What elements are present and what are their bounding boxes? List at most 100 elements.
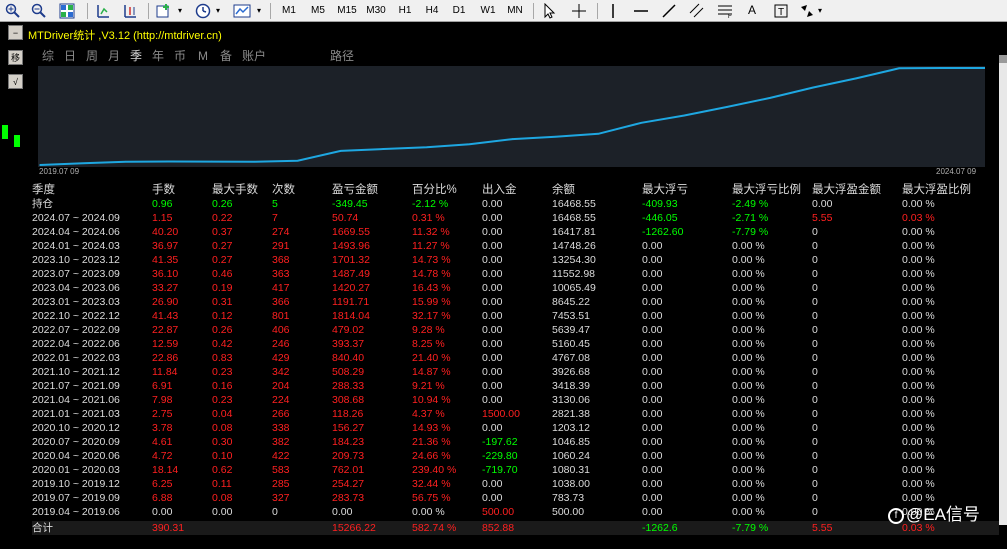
- table-row: 2019.10 ~ 2019.12 6.25 0.11 285 254.27 32.44 …: [32, 477, 999, 491]
- period-button-m5[interactable]: M5: [306, 3, 330, 19]
- cell-col-0: 2022.07 ~ 2022.09: [32, 324, 120, 336]
- cell-col-2: 0.12: [212, 310, 233, 322]
- equidistant-channel-icon[interactable]: [688, 2, 706, 19]
- cell-col-7: 500.00: [552, 506, 585, 518]
- trendline-icon[interactable]: [660, 2, 678, 19]
- crosshair-icon[interactable]: [570, 2, 588, 19]
- cell-col-8: 0.00: [642, 506, 663, 518]
- cell-col-1: 41.43: [152, 310, 179, 322]
- cell-col-3: 342: [272, 366, 290, 378]
- cell-col-4: 508.29: [332, 366, 365, 378]
- clock-icon[interactable]: [194, 2, 212, 19]
- period-button-h4[interactable]: H4: [420, 3, 444, 19]
- period-tab-9[interactable]: 账户: [242, 48, 266, 64]
- chevron-down-icon[interactable]: ▾: [214, 2, 222, 19]
- period-button-m15[interactable]: M15: [335, 3, 359, 19]
- period-button-w1[interactable]: W1: [476, 3, 500, 19]
- autoscroll-icon[interactable]: [121, 2, 139, 19]
- text-tool-icon[interactable]: A: [748, 2, 756, 19]
- period-tab-0[interactable]: 综: [42, 48, 54, 64]
- cell-col-9: 最大浮亏比例: [732, 184, 801, 196]
- cell-col-5: 4.37 %: [412, 408, 445, 420]
- zoom-in-icon[interactable]: [4, 2, 22, 19]
- tile-windows-icon[interactable]: [58, 2, 76, 19]
- cell-col-8: 0.00: [642, 436, 663, 448]
- cell-col-8: 最大浮亏: [642, 184, 688, 196]
- table-row: 2023.07 ~ 2023.09 36.10 0.46 363 1487.49 14.7…: [32, 267, 999, 281]
- table-row: 2023.01 ~ 2023.03 26.90 0.31 366 1191.71 15.9…: [32, 295, 999, 309]
- move-button[interactable]: 移: [8, 50, 23, 65]
- cell-col-2: 0.46: [212, 268, 233, 280]
- indicators-icon[interactable]: [155, 2, 173, 19]
- period-tab-7[interactable]: M: [198, 48, 208, 64]
- period-button-h1[interactable]: H1: [393, 3, 417, 19]
- cell-col-9: 0.00 %: [732, 478, 765, 490]
- cell-col-6: 852.88: [482, 522, 515, 534]
- cell-col-11: 0.00 %: [902, 352, 935, 364]
- cell-col-5: 14.78 %: [412, 268, 451, 280]
- period-button-m1[interactable]: M1: [277, 3, 301, 19]
- period-tab-1[interactable]: 日: [64, 48, 76, 64]
- cell-col-2: 0.23: [212, 366, 233, 378]
- cell-col-3: 406: [272, 324, 290, 336]
- cell-col-2: 0.27: [212, 254, 233, 266]
- equity-chart: [38, 66, 985, 167]
- cell-col-5: 32.44 %: [412, 478, 451, 490]
- templates-icon[interactable]: [233, 2, 251, 19]
- cell-col-8: 0.00: [642, 450, 663, 462]
- table-row: 2020.01 ~ 2020.03 18.14 0.62 583 762.01 239.4…: [32, 463, 999, 477]
- cell-col-1: 22.86: [152, 352, 179, 364]
- cursor-icon[interactable]: [540, 2, 558, 19]
- period-tab-3[interactable]: 月: [108, 48, 120, 64]
- cell-col-3: 382: [272, 436, 290, 448]
- cell-col-7: 8645.22: [552, 296, 590, 308]
- vertical-scrollbar[interactable]: [999, 55, 1007, 525]
- cell-col-4: 1701.32: [332, 254, 370, 266]
- cell-col-8: 0.00: [642, 408, 663, 420]
- period-tab-10[interactable]: 路径: [330, 48, 354, 64]
- cell-col-11: 0.00 %: [902, 324, 935, 336]
- chart-shift-icon[interactable]: [94, 2, 112, 19]
- table-row: 2021.04 ~ 2021.06 7.98 0.23 224 308.68 10.94 …: [32, 393, 999, 407]
- scroll-thumb[interactable]: [999, 55, 1007, 63]
- cell-col-10: 0: [812, 366, 818, 378]
- period-tab-5[interactable]: 年: [152, 48, 164, 64]
- cell-col-1: 4.61: [152, 436, 173, 448]
- zoom-out-icon[interactable]: [30, 2, 48, 19]
- cell-col-3: 5: [272, 198, 278, 210]
- period-button-d1[interactable]: D1: [447, 3, 471, 19]
- cell-col-6: 0.00: [482, 282, 503, 294]
- x-start-label: 2019.07 09: [39, 167, 80, 176]
- cell-col-7: 1203.12: [552, 422, 590, 434]
- chevron-down-icon[interactable]: ▾: [255, 2, 263, 19]
- period-tab-2[interactable]: 周: [86, 48, 98, 64]
- cell-col-4: 762.01: [332, 464, 365, 476]
- chevron-down-icon[interactable]: ▾: [176, 2, 184, 19]
- minimize-button[interactable]: −: [8, 25, 23, 40]
- period-button-mn[interactable]: MN: [503, 3, 527, 19]
- cell-col-0: 2019.04 ~ 2019.06: [32, 506, 120, 518]
- cell-col-11: 0.00 %: [902, 478, 935, 490]
- cell-col-5: 56.75 %: [412, 492, 451, 504]
- cell-col-7: 16417.81: [552, 226, 596, 238]
- period-button-m30[interactable]: M30: [364, 3, 388, 19]
- cell-col-1: 40.20: [152, 226, 179, 238]
- check-button[interactable]: √: [8, 74, 23, 89]
- period-tab-6[interactable]: 币: [174, 48, 186, 64]
- cell-col-0: 2021.10 ~ 2021.12: [32, 366, 120, 378]
- fibonacci-icon[interactable]: F: [716, 2, 734, 19]
- watermark: f @EA信号: [888, 500, 980, 525]
- text-label-icon[interactable]: T: [772, 2, 790, 19]
- period-tab-8[interactable]: 备: [220, 48, 232, 64]
- cell-col-4: 184.23: [332, 436, 365, 448]
- window-title: MTDriver统计 ,V3.12 (http://mtdriver.cn): [28, 30, 222, 42]
- cell-col-7: 7453.51: [552, 310, 590, 322]
- horizontal-line-icon[interactable]: [632, 2, 650, 19]
- cell-col-9: 0.00 %: [732, 352, 765, 364]
- period-tab-4[interactable]: 季: [130, 48, 142, 64]
- vertical-line-icon[interactable]: [604, 2, 622, 19]
- left-panel: − 移 √: [0, 22, 28, 549]
- chevron-down-icon[interactable]: ▾: [816, 2, 824, 19]
- cell-col-8: -1262.60: [642, 226, 684, 238]
- arrows-icon[interactable]: [798, 2, 816, 19]
